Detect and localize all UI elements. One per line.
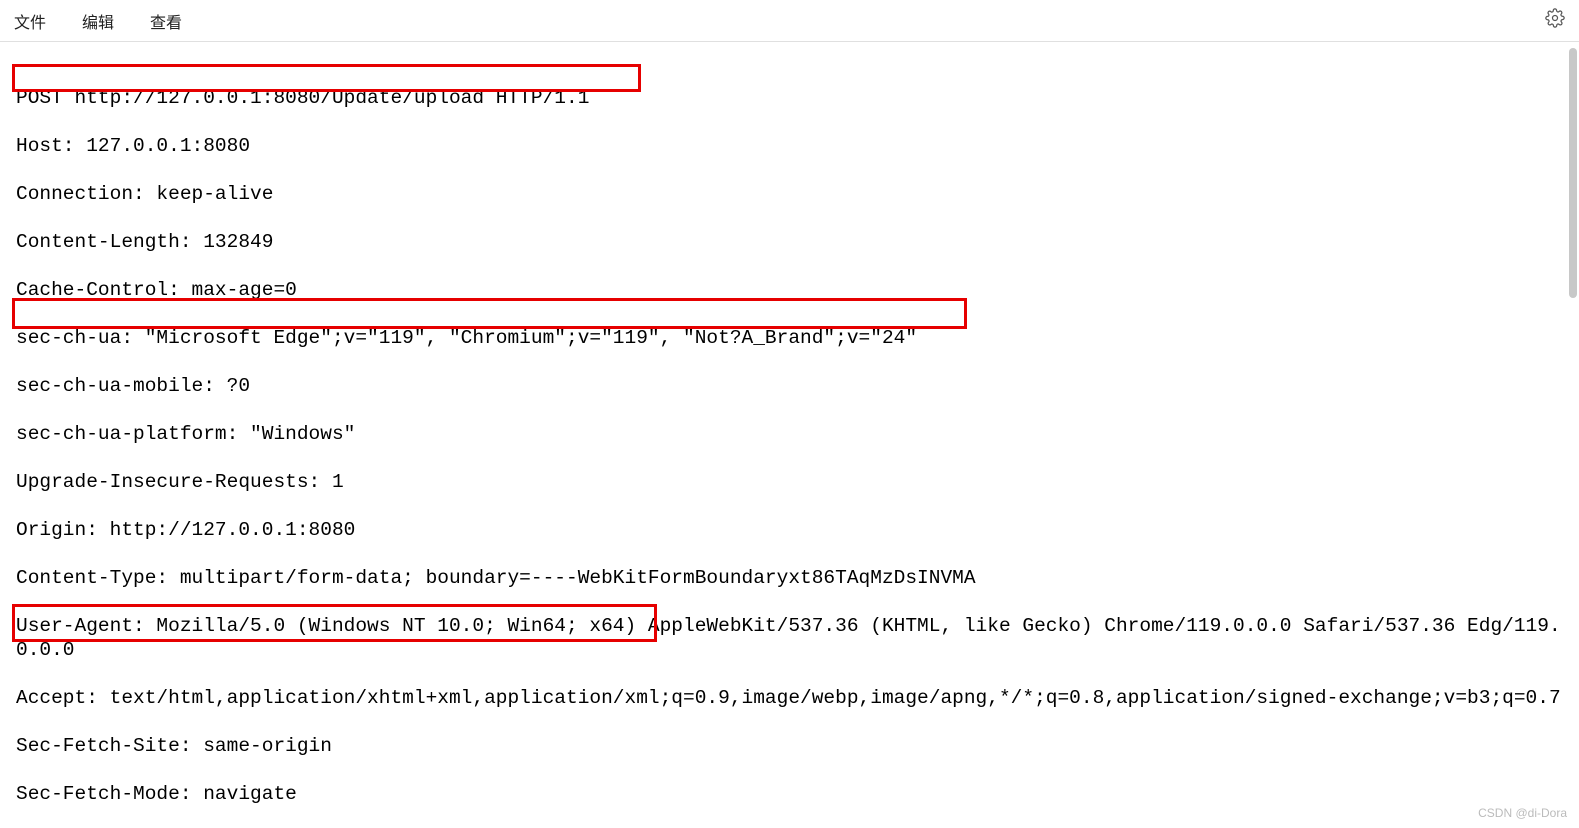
menu-edit[interactable]: 编辑 [82, 9, 114, 33]
http-header-upgrade-insecure: Upgrade-Insecure-Requests: 1 [16, 470, 1563, 494]
scrollbar[interactable] [1569, 48, 1577, 298]
menubar-left: 文件 编辑 查看 [14, 9, 182, 33]
http-header-accept: Accept: text/html,application/xhtml+xml,… [16, 686, 1563, 710]
menu-file[interactable]: 文件 [14, 9, 46, 33]
http-header-user-agent: User-Agent: Mozilla/5.0 (Windows NT 10.0… [16, 614, 1563, 662]
menu-view[interactable]: 查看 [150, 9, 182, 33]
content-area[interactable]: POST http://127.0.0.1:8080/Update/upload… [0, 42, 1579, 828]
http-header-sec-ch-ua-platform: sec-ch-ua-platform: "Windows" [16, 422, 1563, 446]
http-header-origin: Origin: http://127.0.0.1:8080 [16, 518, 1563, 542]
http-header-content-type: Content-Type: multipart/form-data; bound… [16, 566, 1563, 590]
http-header-connection: Connection: keep-alive [16, 182, 1563, 206]
http-header-sec-fetch-site: Sec-Fetch-Site: same-origin [16, 734, 1563, 758]
http-header-sec-fetch-mode: Sec-Fetch-Mode: navigate [16, 782, 1563, 806]
gear-icon[interactable] [1545, 8, 1565, 33]
http-request-line: POST http://127.0.0.1:8080/Update/upload… [16, 86, 1563, 110]
watermark: CSDN @di-Dora [1478, 806, 1567, 820]
http-header-cache-control: Cache-Control: max-age=0 [16, 278, 1563, 302]
http-header-sec-ch-ua: sec-ch-ua: "Microsoft Edge";v="119", "Ch… [16, 326, 1563, 350]
http-header-content-length: Content-Length: 132849 [16, 230, 1563, 254]
menubar: 文件 编辑 查看 [0, 0, 1579, 42]
http-header-host: Host: 127.0.0.1:8080 [16, 134, 1563, 158]
http-header-sec-ch-ua-mobile: sec-ch-ua-mobile: ?0 [16, 374, 1563, 398]
